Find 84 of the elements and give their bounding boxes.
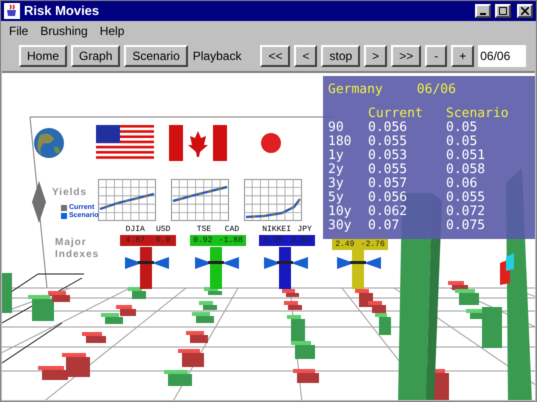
index-name: DJIA xyxy=(126,225,145,235)
index-value: 2.04 xyxy=(291,236,311,246)
major-indexes-label: Major Indexes xyxy=(55,237,100,261)
block-drawing xyxy=(2,273,12,313)
toolbar-button[interactable]: > xyxy=(364,45,388,67)
toolbar-button[interactable]: Graph xyxy=(71,45,120,67)
playback-label: Playback xyxy=(192,48,242,65)
index-value: 0.0 xyxy=(156,236,170,246)
index-value: 0.92 xyxy=(193,236,212,246)
scenario-cell-text: 0.075 xyxy=(446,219,486,233)
current-cell-text: 0.056 xyxy=(368,191,408,205)
toolbar-button[interactable]: + xyxy=(451,45,474,67)
block-drawing xyxy=(186,331,208,343)
block-drawing xyxy=(116,305,136,316)
yield-curve-drawing xyxy=(98,179,156,221)
scenario-cell-text: 0.06 xyxy=(446,177,478,191)
detail-date: 06/06 xyxy=(416,82,456,98)
yield-curve-drawing xyxy=(171,179,229,221)
index-value: -2.76 xyxy=(360,240,385,250)
toolbar-button[interactable]: < xyxy=(294,45,318,67)
diamond-icon xyxy=(32,181,46,223)
scenario-cell-text: 0.072 xyxy=(446,205,486,219)
current-cell-text: 0.056 xyxy=(368,121,408,135)
block-drawing xyxy=(164,370,192,386)
scenario-cell-text: 0.058 xyxy=(446,163,486,177)
block-drawing xyxy=(128,287,146,299)
block-drawing xyxy=(101,313,123,324)
maximize-icon[interactable] xyxy=(495,4,511,18)
toolbar-button[interactable]: stop xyxy=(321,45,360,67)
block-drawing xyxy=(178,349,204,367)
term-cell-text: 30y xyxy=(328,219,352,233)
scenario-cell-text: 0.051 xyxy=(446,149,486,163)
yield-curve-drawing xyxy=(244,179,302,221)
term-cell-text: 3y xyxy=(328,177,345,191)
flag-drawing xyxy=(169,125,227,161)
current-cell-text: 0.053 xyxy=(368,149,408,163)
scenario-cell-text: 0.055 xyxy=(446,191,486,205)
country-name: Germany xyxy=(328,82,383,98)
term-cell-text: 2y xyxy=(328,163,345,177)
block-drawing xyxy=(199,301,217,310)
close-icon[interactable] xyxy=(517,4,533,18)
current-cell-text: 0.057 xyxy=(368,177,408,191)
menu-item[interactable]: Brushing xyxy=(40,22,88,40)
toolbar-button[interactable]: - xyxy=(425,45,448,67)
index-name: CAD xyxy=(224,225,240,235)
column-header: Current xyxy=(368,107,424,121)
term-cell-text: 1y xyxy=(328,149,345,163)
term-cell-text: 90 xyxy=(328,121,345,135)
toolbar-button[interactable]: >> xyxy=(391,45,422,67)
current-cell-text: 0.07 xyxy=(368,219,400,233)
yields-label: Yields xyxy=(52,186,88,200)
small-figure-drawing xyxy=(500,253,514,285)
index-name: JPY xyxy=(297,225,312,235)
block-drawing xyxy=(282,289,299,297)
window-title: Risk Movies xyxy=(24,2,100,20)
index-value: 2.49 xyxy=(335,240,354,250)
index-value: 4.87 xyxy=(126,236,145,246)
menu-item[interactable]: Help xyxy=(100,22,124,40)
index-value: 8.39 xyxy=(263,236,283,246)
current-cell-text: 0.055 xyxy=(368,163,408,177)
index-name: USD xyxy=(156,225,170,235)
menu-item[interactable]: File xyxy=(9,22,28,40)
block-drawing xyxy=(293,369,319,383)
date-field[interactable]: 06/06 xyxy=(478,45,526,67)
index-name: NIKKEI xyxy=(262,225,291,235)
coffee-cup-icon xyxy=(4,3,20,19)
block-drawing xyxy=(82,332,106,343)
scenario-cell-text: 0.05 xyxy=(446,121,478,135)
term-cell-text: 5y xyxy=(328,191,345,205)
index-value: -1.88 xyxy=(218,236,243,246)
toolbar-button[interactable]: << xyxy=(260,45,290,67)
block-drawing xyxy=(284,301,302,310)
block-drawing xyxy=(192,312,214,323)
current-cell-text: 0.062 xyxy=(368,205,408,219)
column-header: Scenario xyxy=(446,107,510,121)
term-cell-text: 10y xyxy=(328,205,352,219)
minimize-icon[interactable] xyxy=(475,4,491,18)
term-cell-text: 180 xyxy=(328,135,352,149)
scenario-cell-text: 0.05 xyxy=(446,135,478,149)
toolbar-button[interactable]: Home xyxy=(19,45,68,67)
current-cell-text: 0.055 xyxy=(368,135,408,149)
flag-drawing xyxy=(96,125,154,161)
toolbar-button[interactable]: Scenario xyxy=(124,45,188,67)
index-name: TSE xyxy=(196,225,212,235)
